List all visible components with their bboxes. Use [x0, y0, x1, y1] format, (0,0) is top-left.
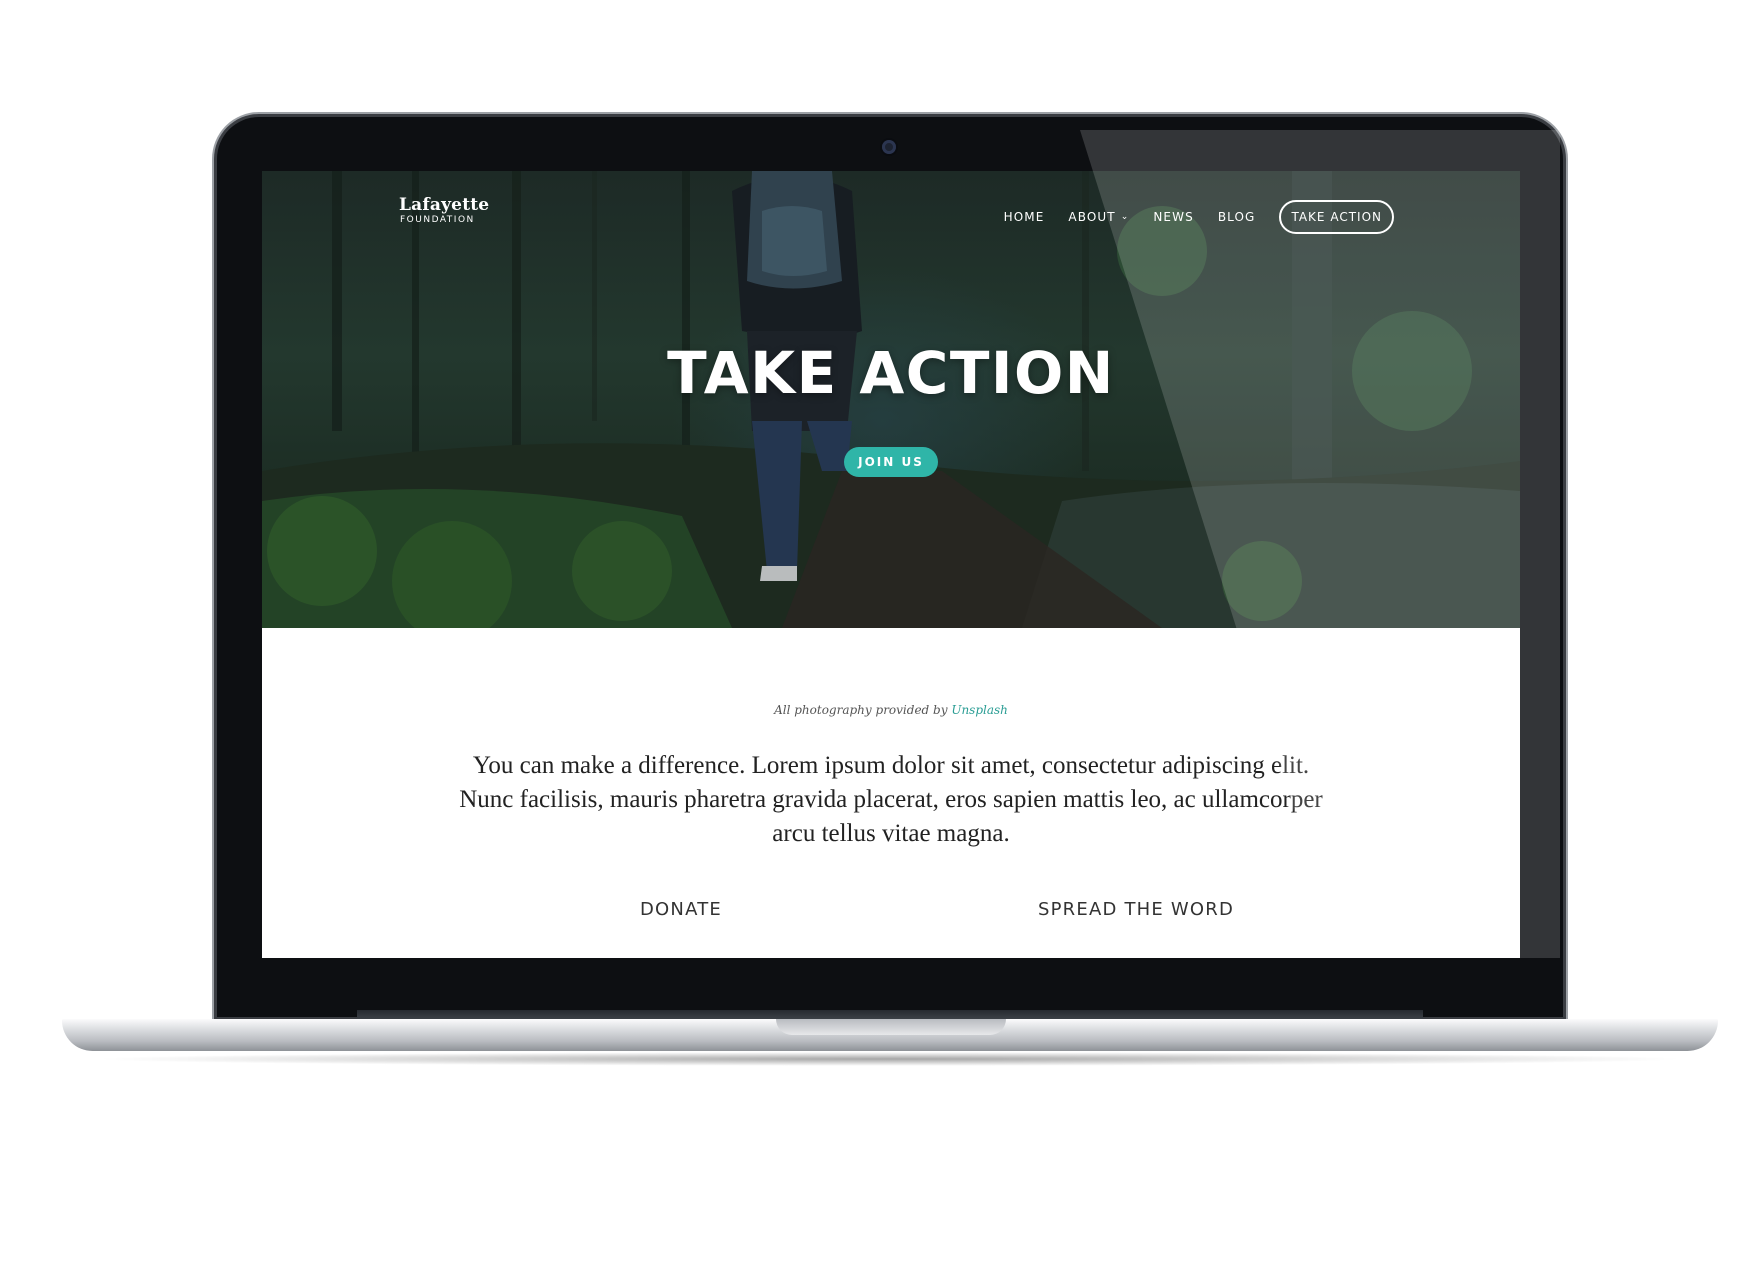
- hero-title: TAKE ACTION: [667, 339, 1115, 407]
- spread-the-word-heading: SPREAD THE WORD: [1037, 899, 1234, 920]
- spread-text-cut-off: ​: [922, 945, 1342, 958]
- nav-item-label: BLOG: [1217, 210, 1256, 224]
- webcam-icon: [882, 140, 896, 154]
- photo-credit-text: All photography provided by: [774, 703, 952, 717]
- logo-tagline: FOUNDATION: [400, 215, 475, 225]
- nav-item-label: ABOUT: [1068, 210, 1116, 224]
- lead-paragraph: You can make a difference. Lorem ipsum d…: [459, 752, 1323, 847]
- site-logo[interactable]: Lafayette FOUNDATION: [399, 195, 489, 225]
- chevron-down-icon: ⌄: [1120, 212, 1130, 222]
- nav-item-about[interactable]: ABOUT ⌄: [1068, 210, 1129, 224]
- donate-text-cut-off: ​: [450, 945, 870, 958]
- donate-heading: DONATE: [640, 899, 722, 920]
- unsplash-link[interactable]: Unsplash: [951, 703, 1008, 717]
- hero-section: Lafayette FOUNDATION HOME ABOUT ⌄ NEWS BL…: [262, 171, 1520, 628]
- take-action-nav-button[interactable]: TAKE ACTION: [1279, 200, 1394, 234]
- browser-viewport: Lafayette FOUNDATION HOME ABOUT ⌄ NEWS BL…: [262, 171, 1520, 958]
- laptop-lid-notch: [776, 1019, 1006, 1035]
- join-us-button[interactable]: JOIN US: [844, 447, 938, 477]
- nav-item-home[interactable]: HOME: [1004, 210, 1045, 224]
- laptop-shadow: [90, 1052, 1690, 1066]
- main-navigation: HOME ABOUT ⌄ NEWS BLOG TAKE ACTION: [980, 200, 1394, 234]
- nav-item-label: NEWS: [1153, 210, 1194, 224]
- logo-wordmark: Lafayette: [399, 195, 490, 215]
- nav-item-news[interactable]: NEWS: [1153, 210, 1193, 224]
- photo-credit: All photography provided by Unsplash: [262, 703, 1520, 717]
- nav-item-label: HOME: [1003, 210, 1045, 224]
- nav-item-blog[interactable]: BLOG: [1218, 210, 1256, 224]
